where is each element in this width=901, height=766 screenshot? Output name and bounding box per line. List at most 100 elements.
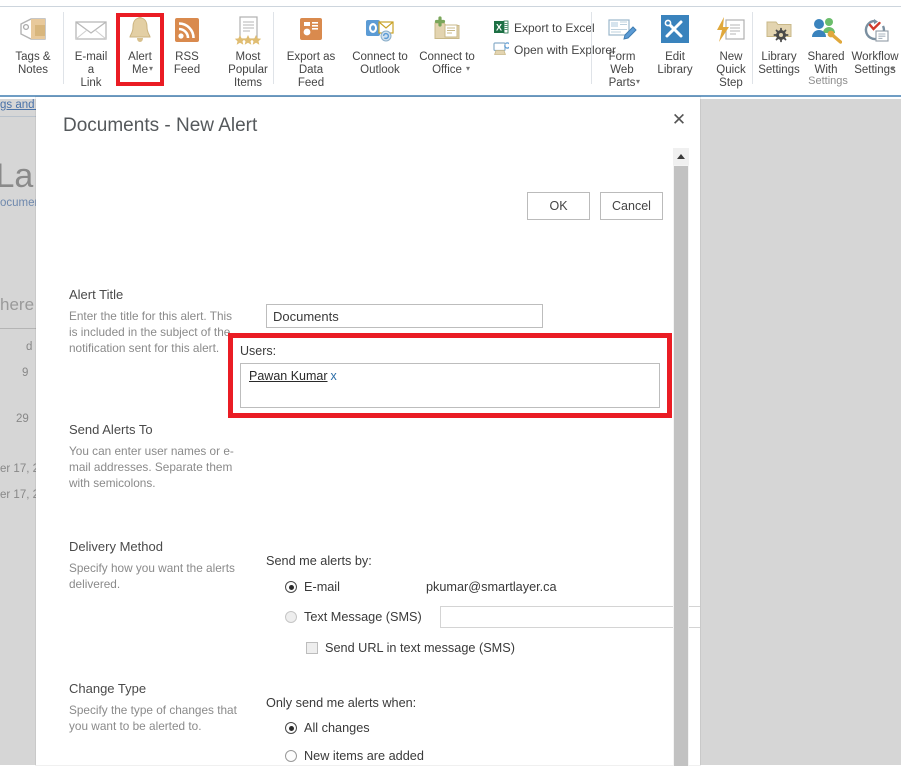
change-type-description: Specify the type of changes that you wan… [69, 703, 237, 733]
change-type-option-label: All changes [304, 721, 370, 735]
alert-title-control: Documents [266, 304, 543, 328]
ribbon-group-separator [752, 12, 753, 84]
users-label: Users: [240, 344, 277, 358]
delivery-option-sms[interactable]: Text Message (SMS) [285, 606, 700, 628]
ribbon-toolbar: Tags & Notes E-mail a Link Alert Me ▾ RS… [0, 0, 901, 97]
users-input-field[interactable]: Pawan Kumar x [240, 363, 660, 408]
delivery-option-sms-label: Text Message (SMS) [304, 610, 422, 624]
ribbon-button-connect-to-office[interactable]: Connect to Office ▾ [414, 7, 480, 76]
chevron-up-icon[interactable] [673, 148, 689, 165]
ribbon-button-label: Connect to Outlook [352, 51, 408, 76]
ribbon-button-rss-feed[interactable]: RSS Feed [164, 7, 210, 77]
ribbon-button-label: New Quick Step [716, 51, 746, 89]
send-alerts-to-description: You can enter user names or e-mail addre… [69, 444, 234, 490]
ribbon-group-separator [591, 12, 592, 84]
send-alerts-to-highlight-box: Users: Pawan Kumar x [228, 333, 672, 418]
ribbon-group-customize-library: Form Web Parts ▾ Edit Library New Quick … [594, 7, 762, 89]
background-page-subtitle: ocumen [0, 197, 41, 209]
shared-with-icon [810, 11, 842, 49]
ribbon-button-workflow-settings[interactable]: Workflow Settings ▾ [849, 7, 901, 76]
alert-title-description: Enter the title for this alert. This is … [69, 309, 233, 355]
library-settings-icon [764, 11, 794, 49]
ribbon-button-label: E-mail a Link [74, 51, 108, 89]
close-icon[interactable]: ✕ [666, 107, 692, 133]
chevron-down-icon[interactable]: ▾ [636, 77, 640, 86]
delivery-method-description: Specify how you want the alerts delivere… [69, 561, 235, 591]
alert-title-info: Alert Title Enter the title for this ale… [69, 287, 239, 356]
send-alerts-to-info: Send Alerts To You can enter user names … [69, 422, 239, 491]
ribbon-button-label: Tags & Notes [15, 51, 51, 76]
ribbon-button-connect-to-outlook[interactable]: Connect to Outlook [346, 7, 414, 77]
ribbon-button-label: Export as Data Feed [286, 51, 336, 89]
alert-title-heading: Alert Title [69, 287, 124, 302]
export-data-feed-icon [296, 11, 326, 49]
radio-text-message-sms[interactable] [285, 611, 297, 623]
ribbon-button-email-a-link[interactable]: E-mail a Link [66, 7, 116, 90]
ribbon-button-label: Library Settings [758, 51, 800, 76]
user-token-remove-icon[interactable]: x [331, 369, 337, 383]
checkbox-send-url-in-text-message[interactable] [306, 642, 318, 654]
change-type-option-all-changes[interactable]: All changes [285, 717, 456, 739]
ribbon-group-label-settings: Settings [808, 75, 848, 87]
edit-library-icon [658, 11, 692, 49]
change-type-info: Change Type Specify the type of changes … [69, 681, 239, 734]
new-alert-dialog: Documents - New Alert ✕ OK Cancel Alert … [36, 97, 700, 765]
ribbon-button-edit-library[interactable]: Edit Library [650, 7, 700, 77]
delivery-method-prompt: Send me alerts by: [266, 554, 372, 568]
ribbon-button-label: Edit Library [657, 51, 693, 76]
dialog-scrollbar[interactable] [673, 148, 689, 766]
chevron-down-icon[interactable]: ▾ [466, 64, 470, 73]
scrollbar-thumb[interactable] [674, 166, 688, 766]
alert-title-input[interactable]: Documents [266, 304, 543, 328]
delivery-method-info: Delivery Method Specify how you want the… [69, 539, 239, 592]
delivery-method-controls: Send me alerts by: E-mail pkumar@smartla… [266, 554, 700, 659]
chevron-down-icon[interactable]: ▾ [891, 64, 895, 73]
ribbon-button-library-settings[interactable]: Library Settings [755, 7, 803, 77]
user-token-name[interactable]: Pawan Kumar [249, 369, 328, 383]
ribbon-group-tags-notes: Tags & Notes [6, 7, 60, 89]
cancel-button[interactable]: Cancel [600, 192, 663, 220]
ribbon-button-form-web-parts[interactable]: Form Web Parts ▾ [594, 7, 650, 89]
ribbon-button-label: Most Popular Items [228, 51, 268, 89]
ribbon-button-tags-notes[interactable]: Tags & Notes [6, 7, 60, 77]
sms-number-input[interactable] [440, 606, 700, 628]
change-type-heading: Change Type [69, 681, 147, 696]
dialog-action-buttons: OK Cancel [527, 192, 663, 220]
background-cell: d [26, 341, 33, 353]
outlook-icon [364, 11, 396, 49]
excel-icon: X [493, 19, 509, 38]
ribbon-button-shared-with[interactable]: Shared With [803, 7, 849, 77]
ok-button[interactable]: OK [527, 192, 590, 220]
ribbon-group-separator [63, 12, 64, 84]
ribbon-button-most-popular-items[interactable]: Most Popular Items [210, 7, 286, 90]
change-type-option-new-items-added[interactable]: New items are added [285, 745, 456, 765]
explorer-icon [493, 41, 511, 60]
delivery-option-send-url[interactable]: Send URL in text message (SMS) [306, 637, 557, 659]
ribbon-group-settings: Library Settings Shared With Workflow Se… [755, 7, 901, 89]
background-cell: 9 [22, 367, 29, 379]
ribbon-button-label: RSS Feed [173, 51, 201, 76]
rss-icon [173, 11, 201, 49]
change-type-prompt: Only send me alerts when: [266, 696, 417, 710]
delivery-option-email-label: E-mail [304, 580, 340, 594]
dialog-title: Documents - New Alert [63, 115, 258, 136]
ribbon-button-label: Shared With [807, 51, 845, 76]
radio-email[interactable] [285, 581, 297, 593]
ribbon-group-share-track: E-mail a Link Alert Me ▾ RSS Feed Most P… [66, 7, 286, 89]
ribbon-button-export-as-data-feed[interactable]: Export as Data Feed [276, 7, 346, 90]
delivery-option-send-url-label: Send URL in text message (SMS) [325, 641, 515, 655]
ribbon-button-alert-me[interactable]: Alert Me ▾ [116, 7, 164, 76]
delivery-option-email[interactable]: E-mail pkumar@smartlayer.ca [285, 576, 557, 598]
radio-new-items-are-added[interactable] [285, 750, 297, 762]
radio-all-changes[interactable] [285, 722, 297, 734]
form-web-parts-icon [606, 11, 638, 49]
change-type-option-label: New items are added [304, 749, 424, 763]
background-here-text: here [0, 295, 35, 314]
chevron-down-icon[interactable]: ▾ [149, 64, 153, 73]
change-type-controls: Only send me alerts when: All changes Ne… [266, 696, 456, 765]
delivery-method-heading: Delivery Method [69, 539, 163, 554]
envelope-icon [74, 11, 108, 49]
tag-icon [18, 11, 48, 49]
user-token: Pawan Kumar x [249, 369, 337, 383]
ribbon-group-separator [273, 12, 274, 84]
